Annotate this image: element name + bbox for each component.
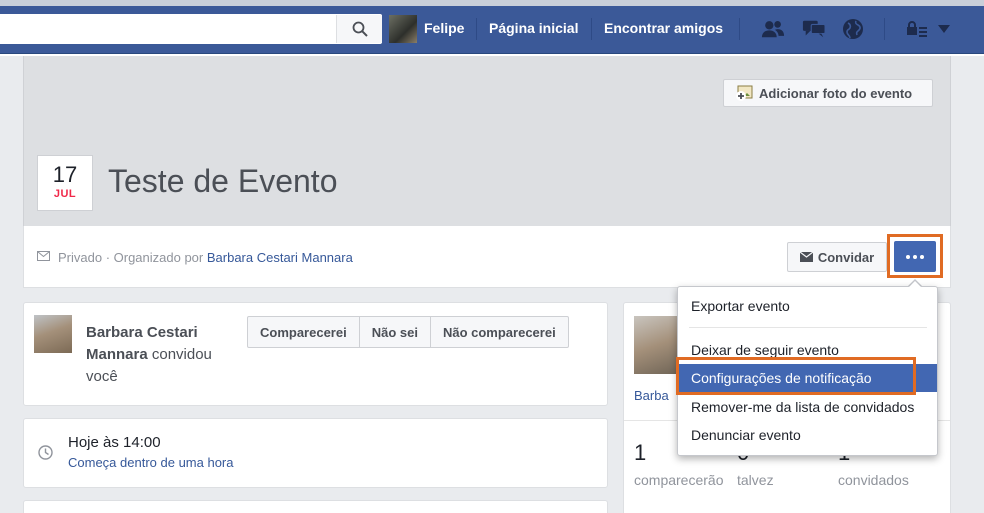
privacy-shortcuts-icon[interactable] — [904, 17, 930, 41]
going-count: 1 — [634, 440, 647, 465]
nav-divider — [739, 18, 740, 40]
search-icon — [352, 21, 368, 37]
envelope-icon — [799, 252, 813, 262]
guest-name-link[interactable]: Barba — [634, 388, 669, 403]
nav-divider — [476, 18, 477, 40]
more-dot — [906, 254, 910, 259]
menu-item-export-event[interactable]: Exportar evento — [691, 298, 790, 314]
clock-icon — [38, 445, 53, 460]
user-avatar[interactable] — [389, 15, 417, 43]
more-dot — [913, 254, 917, 259]
more-dot — [920, 254, 924, 259]
search-input[interactable] — [0, 14, 382, 44]
not-going-button[interactable]: Não comparecerei — [431, 317, 568, 347]
next-card — [23, 500, 608, 513]
account-menu-arrow-icon[interactable] — [934, 17, 954, 41]
event-time-card — [23, 418, 608, 488]
event-starts-soon-link[interactable]: Começa dentro de uma hora — [68, 455, 233, 470]
messages-icon[interactable] — [802, 17, 826, 41]
home-link[interactable]: Página inicial — [489, 20, 578, 36]
envelope-privacy-icon — [37, 251, 50, 261]
profile-link[interactable]: Felipe — [424, 20, 464, 36]
maybe-label[interactable]: talvez — [737, 470, 774, 491]
event-title: Teste de Evento — [108, 163, 338, 199]
inviter-avatar[interactable] — [34, 315, 72, 353]
guest-avatar[interactable] — [634, 316, 680, 374]
going-label[interactable]: comparecerão — [634, 470, 738, 491]
event-date-month: JUL — [53, 188, 77, 200]
menu-item-remove-from-guest-list[interactable]: Remover-me da lista de convidados — [691, 399, 914, 415]
invite-button[interactable]: Convidar — [787, 242, 887, 272]
event-date-badge: 17 JUL — [37, 155, 93, 211]
search-button[interactable] — [336, 15, 382, 43]
nav-divider — [591, 18, 592, 40]
event-time: Hoje às 14:00 — [68, 434, 161, 451]
invited-label[interactable]: convidados — [838, 470, 909, 491]
nav-divider — [884, 18, 885, 40]
maybe-button[interactable]: Não sei — [360, 317, 431, 347]
find-friends-link[interactable]: Encontrar amigos — [604, 20, 723, 36]
invitation-text: Barbara Cestari Mannara convidou você — [86, 322, 246, 388]
privacy-label: Privado · Organizado por — [58, 250, 207, 265]
notification-settings-highlight-outline — [676, 357, 916, 395]
event-privacy-text: Privado · Organizado por Barbara Cestari… — [58, 250, 353, 265]
menu-item-unfollow-event[interactable]: Deixar de seguir evento — [691, 342, 839, 358]
invite-label: Convidar — [817, 249, 875, 265]
dropdown-caret-inner — [908, 281, 922, 288]
rsvp-button-group: Comparecerei Não sei Não comparecerei — [247, 316, 569, 348]
event-date-day: 17 — [52, 162, 78, 187]
going-button[interactable]: Comparecerei — [248, 317, 360, 347]
globe-notifications-icon[interactable] — [841, 17, 865, 41]
more-options-button[interactable] — [894, 241, 936, 272]
friend-requests-icon[interactable] — [761, 17, 785, 41]
add-event-photo-button[interactable]: Adicionar foto do evento — [723, 79, 933, 107]
organizer-link[interactable]: Barbara Cestari Mannara — [207, 250, 353, 265]
add-photo-icon — [736, 85, 753, 101]
add-event-photo-label: Adicionar foto do evento — [759, 85, 913, 101]
top-bar: Felipe Página inicial Encontrar amigos — [0, 0, 984, 56]
menu-item-report-event[interactable]: Denunciar evento — [691, 427, 801, 443]
menu-divider — [689, 327, 927, 328]
